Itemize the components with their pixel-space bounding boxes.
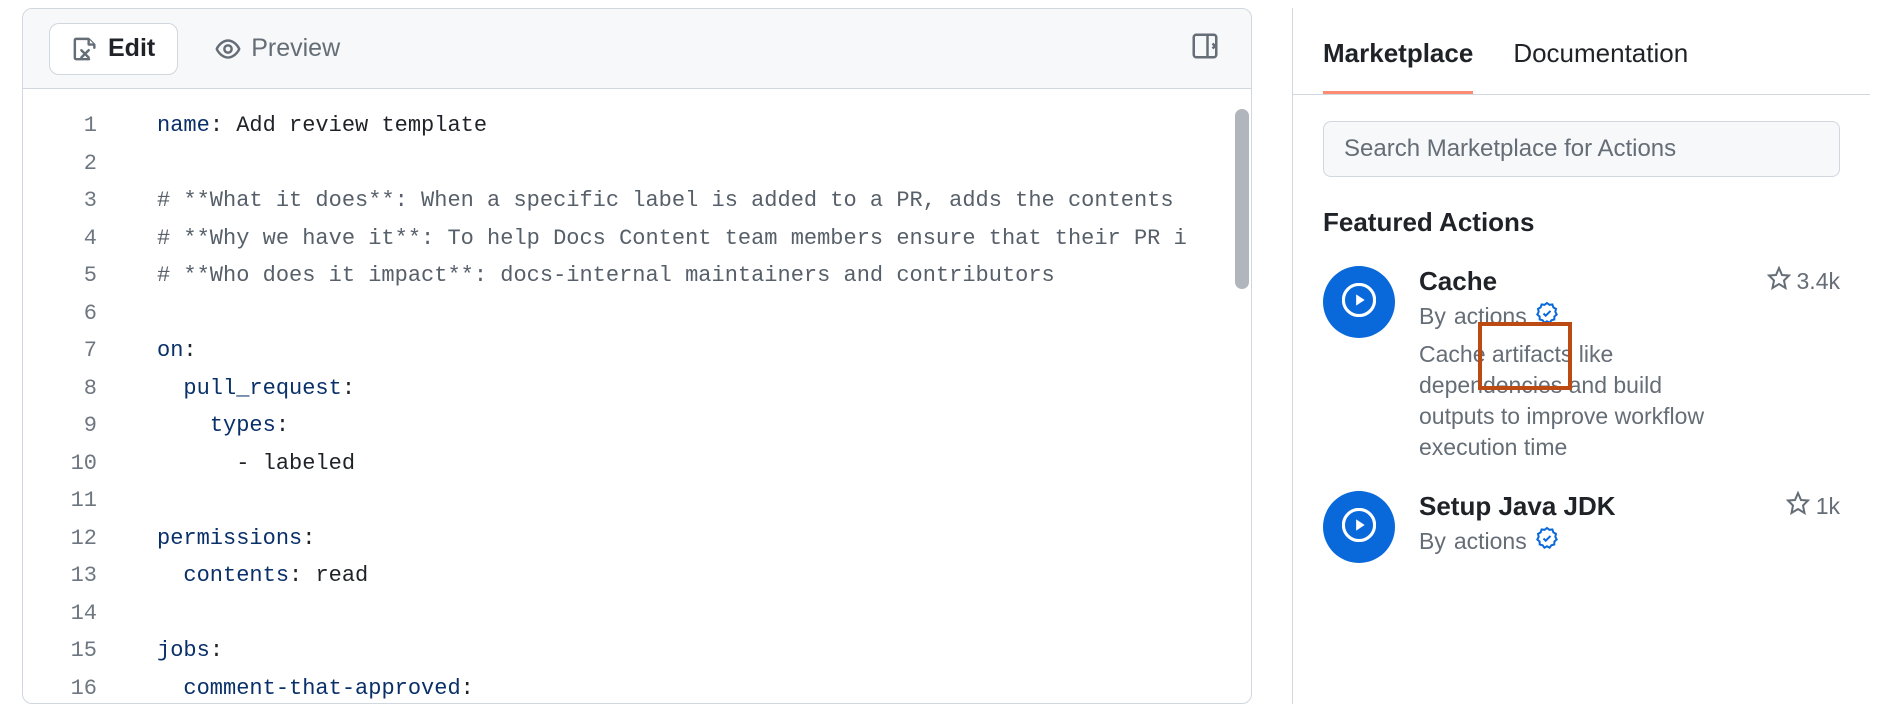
line-number: 3 [23, 182, 127, 220]
code-line[interactable]: on: [127, 332, 1251, 370]
line-number: 12 [23, 520, 127, 558]
line-number: 10 [23, 445, 127, 483]
editor-header: Edit Preview [23, 9, 1251, 89]
editor-tab-group: Edit Preview [49, 23, 363, 75]
sidebar-expand-icon [1190, 31, 1220, 66]
star-count: 1k [1816, 493, 1840, 520]
code-line[interactable]: jobs: [127, 632, 1251, 670]
line-number: 14 [23, 595, 127, 633]
code-line[interactable]: # **What it does**: When a specific labe… [127, 182, 1251, 220]
author-prefix: By [1419, 528, 1446, 555]
editor-panel: Edit Preview 12345678910111213141516 nam… [22, 8, 1252, 704]
code-file-icon [72, 36, 98, 62]
code-line[interactable]: # **Why we have it**: To help Docs Conte… [127, 220, 1251, 258]
star-icon [1786, 491, 1810, 521]
action-title-row: Cache 3.4k [1419, 266, 1840, 297]
tab-preview[interactable]: Preview [192, 23, 363, 75]
action-card[interactable]: Setup Java JDK 1k By actions [1293, 473, 1870, 573]
line-number: 11 [23, 482, 127, 520]
action-title: Cache [1419, 266, 1497, 297]
sidebar-wrap: Marketplace Documentation Featured Actio… [1292, 8, 1870, 704]
author-name: actions [1454, 528, 1527, 555]
tab-preview-label: Preview [251, 34, 340, 63]
editor-body[interactable]: 12345678910111213141516 name: Add review… [23, 89, 1251, 703]
action-avatar [1323, 491, 1395, 563]
featured-actions-heading: Featured Actions [1293, 177, 1870, 248]
action-author: By actions [1419, 526, 1840, 556]
action-body: Setup Java JDK 1k By actions [1419, 491, 1840, 563]
sidebar-tabs: Marketplace Documentation [1293, 8, 1870, 95]
search-wrap [1293, 95, 1870, 177]
editor-scrollbar[interactable] [1235, 109, 1249, 289]
author-name: actions [1454, 303, 1527, 330]
code-line[interactable]: name: Add review template [127, 107, 1251, 145]
action-author: By actions [1419, 301, 1840, 331]
code-line[interactable] [127, 482, 1251, 520]
tab-edit-label: Edit [108, 34, 155, 63]
line-number: 6 [23, 295, 127, 333]
code-line[interactable] [127, 145, 1251, 183]
action-avatar [1323, 266, 1395, 338]
tab-documentation[interactable]: Documentation [1513, 38, 1688, 94]
star-count: 3.4k [1797, 268, 1840, 295]
action-body: Cache 3.4k By actions Cache artifa [1419, 266, 1840, 463]
line-number-gutter: 12345678910111213141516 [23, 89, 127, 703]
toggle-side-panel-button[interactable] [1185, 29, 1225, 69]
action-title-row: Setup Java JDK 1k [1419, 491, 1840, 522]
line-number: 7 [23, 332, 127, 370]
line-number: 4 [23, 220, 127, 258]
code-line[interactable]: comment-that-approved: [127, 670, 1251, 704]
line-number: 15 [23, 632, 127, 670]
tab-edit[interactable]: Edit [49, 23, 178, 75]
code-line[interactable] [127, 295, 1251, 333]
code-line[interactable]: pull_request: [127, 370, 1251, 408]
line-number: 16 [23, 670, 127, 704]
author-prefix: By [1419, 303, 1446, 330]
line-number: 1 [23, 107, 127, 145]
action-stars: 3.4k [1767, 266, 1840, 296]
action-stars: 1k [1786, 491, 1840, 521]
play-icon [1342, 283, 1376, 322]
action-card[interactable]: Cache 3.4k By actions Cache artifa [1293, 248, 1870, 473]
code-line[interactable]: # **Who does it impact**: docs-internal … [127, 257, 1251, 295]
line-number: 13 [23, 557, 127, 595]
code-line[interactable]: types: [127, 407, 1251, 445]
code-line[interactable]: contents: read [127, 557, 1251, 595]
code-line[interactable]: - labeled [127, 445, 1251, 483]
star-icon [1767, 266, 1791, 296]
code-line[interactable] [127, 595, 1251, 633]
verified-badge-icon [1535, 301, 1559, 331]
code-line[interactable]: permissions: [127, 520, 1251, 558]
line-number: 2 [23, 145, 127, 183]
marketplace-search-input[interactable] [1323, 121, 1840, 177]
code-area[interactable]: name: Add review template # **What it do… [127, 89, 1251, 703]
tab-marketplace[interactable]: Marketplace [1323, 38, 1473, 94]
marketplace-sidebar: Marketplace Documentation Featured Actio… [1292, 8, 1870, 704]
line-number: 9 [23, 407, 127, 445]
action-title: Setup Java JDK [1419, 491, 1616, 522]
eye-icon [215, 36, 241, 62]
action-description: Cache artifacts like dependencies and bu… [1419, 339, 1739, 463]
line-number: 5 [23, 257, 127, 295]
play-icon [1342, 508, 1376, 547]
verified-badge-icon [1535, 526, 1559, 556]
line-number: 8 [23, 370, 127, 408]
